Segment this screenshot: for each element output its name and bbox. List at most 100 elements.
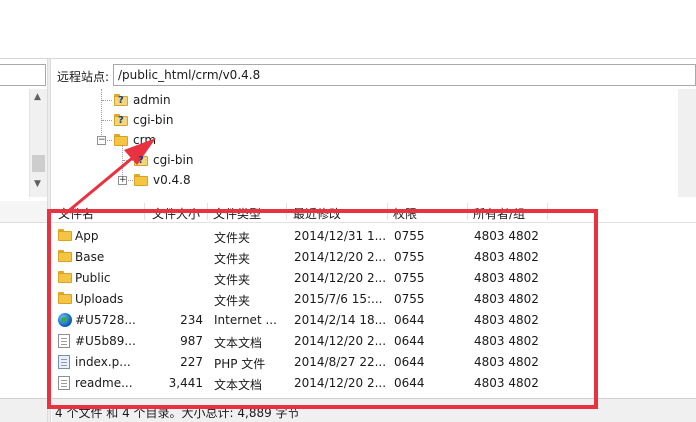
folder-icon [58,271,72,286]
column-divider[interactable] [144,203,145,220]
top-separator [0,58,696,59]
column-divider[interactable] [467,203,468,220]
column-header-permissions[interactable]: 权限 [393,205,417,222]
file-modified: 2014/12/31 1... [294,229,387,243]
file-type: 文件夹 [214,294,251,308]
scroll-thumb[interactable] [32,155,45,172]
remote-tree-scrollbar[interactable] [678,89,696,197]
folder-icon [114,134,128,146]
folder-question-icon: ? [114,94,128,106]
scroll-down-icon[interactable]: ▼ [34,179,41,189]
tree-guide-line [102,100,112,101]
file-type: PHP 文件 [214,357,266,371]
file-size: 234 [180,313,203,327]
tree-item-label: crm [133,133,157,147]
file-owner: 4803 4802 [474,250,539,264]
file-permissions: 0755 [394,292,425,306]
folder-question-icon: ? [134,154,148,166]
globe-icon [58,313,72,330]
remote-file-list: App 文件夹 2014/12/31 1... 0755 4803 4802 B… [52,226,596,396]
file-owner: 4803 4802 [474,334,539,348]
file-type: 文本文档 [214,336,263,350]
file-modified: 2014/8/27 22... [294,355,387,369]
file-owner: 4803 4802 [474,355,539,369]
local-list-header [0,201,47,223]
column-header-size[interactable]: 文件大小 [152,205,200,222]
table-row[interactable]: #U5728... 234 Internet ... 2014/2/14 18.… [52,310,596,331]
text-file-icon [58,334,70,351]
file-permissions: 0755 [394,271,425,285]
file-name: Uploads [75,292,124,306]
expand-icon[interactable]: + [118,176,127,185]
table-row[interactable]: index.p... 227 PHP 文件 2014/8/27 22... 06… [52,352,596,373]
table-row[interactable]: #U5b89... 987 文本文档 2014/12/20 2... 0644 … [52,331,596,352]
column-divider[interactable] [286,203,287,220]
collapse-icon[interactable]: − [97,136,106,145]
file-modified: 2014/12/20 2... [294,334,387,348]
tree-item-v0-4-8[interactable]: v0.4.8 [134,170,191,190]
table-row[interactable]: Public 文件夹 2014/12/20 2... 0755 4803 480… [52,268,596,289]
remote-path-input[interactable]: /public_html/crm/v0.4.8 [113,64,696,86]
local-status-bar [0,398,47,422]
file-permissions: 0644 [394,376,425,390]
top-blank-area [0,0,696,58]
table-row[interactable]: App 文件夹 2014/12/31 1... 0755 4803 4802 [52,226,596,247]
tree-item-cgi-bin[interactable]: ? cgi-bin [114,110,173,130]
file-owner: 4803 4802 [474,292,539,306]
folder-question-icon: ? [114,114,128,126]
status-text: 4 个文件 和 4 个目录。大小总计: 4,889 字节 [55,406,300,420]
column-header-name[interactable]: 文件名 [58,205,94,222]
file-name: #U5728... [75,313,136,327]
folder-icon [58,229,72,244]
local-path-input[interactable] [0,64,46,86]
table-row[interactable]: readme... 3,441 文本文档 2014/12/20 2... 064… [52,373,596,394]
file-modified: 2014/2/14 18... [294,313,387,327]
file-name: App [75,229,99,243]
folder-icon [58,250,72,265]
tree-item-admin[interactable]: ? admin [114,90,171,110]
column-divider[interactable] [207,203,208,220]
text-file-icon [58,376,70,393]
file-size: 227 [180,355,203,369]
folder-icon [134,174,148,186]
file-permissions: 0755 [394,229,425,243]
file-modified: 2014/12/20 2... [294,271,387,285]
table-row[interactable]: Base 文件夹 2014/12/20 2... 0755 4803 4802 [52,247,596,268]
tree-item-crm-cgi-bin[interactable]: ? cgi-bin [134,150,193,170]
remote-directory-tree: ? admin ? cgi-bin − crm ? cgi-bin + v0.4… [52,89,676,197]
file-modified: 2014/12/20 2... [294,250,387,264]
file-modified: 2015/7/6 15:... [294,292,383,306]
file-type: 文件夹 [214,273,251,287]
file-name: #U5b89... [75,334,136,348]
tree-guide-line [102,120,112,121]
tree-item-crm[interactable]: crm [114,130,156,150]
file-owner: 4803 4802 [474,271,539,285]
file-permissions: 0644 [394,313,425,327]
file-permissions: 0755 [394,250,425,264]
file-size: 3,441 [168,376,203,390]
remote-site-label: 远程站点: [57,70,110,84]
file-name: readme... [75,376,133,390]
tree-item-label: cgi-bin [133,113,174,127]
column-header-owner[interactable]: 所有者/组 [473,205,525,222]
file-size: 987 [180,334,203,348]
file-list-header: 文件名 文件大小 文件类型 最近修改 权限 所有者/组 [52,201,696,223]
tree-guide-line [123,160,133,161]
pane-splitter[interactable] [47,59,51,422]
column-header-type[interactable]: 文件类型 [213,205,261,222]
file-owner: 4803 4802 [474,313,539,327]
column-header-modified[interactable]: 最近修改 [293,205,341,222]
file-owner: 4803 4802 [474,376,539,390]
file-name: Base [75,250,105,264]
file-type: 文本文档 [214,378,263,392]
file-type: Internet ... [214,313,277,327]
column-divider[interactable] [547,203,548,220]
column-divider[interactable] [387,203,388,220]
scroll-up-icon[interactable]: ▲ [34,92,41,102]
local-tree-scrollbar[interactable]: ▲ ▼ [29,89,47,197]
tree-item-label: v0.4.8 [153,173,191,187]
file-type: 文件夹 [214,231,251,245]
table-row[interactable]: Uploads 文件夹 2015/7/6 15:... 0755 4803 48… [52,289,596,310]
file-name: Public [75,271,111,285]
file-permissions: 0644 [394,355,425,369]
